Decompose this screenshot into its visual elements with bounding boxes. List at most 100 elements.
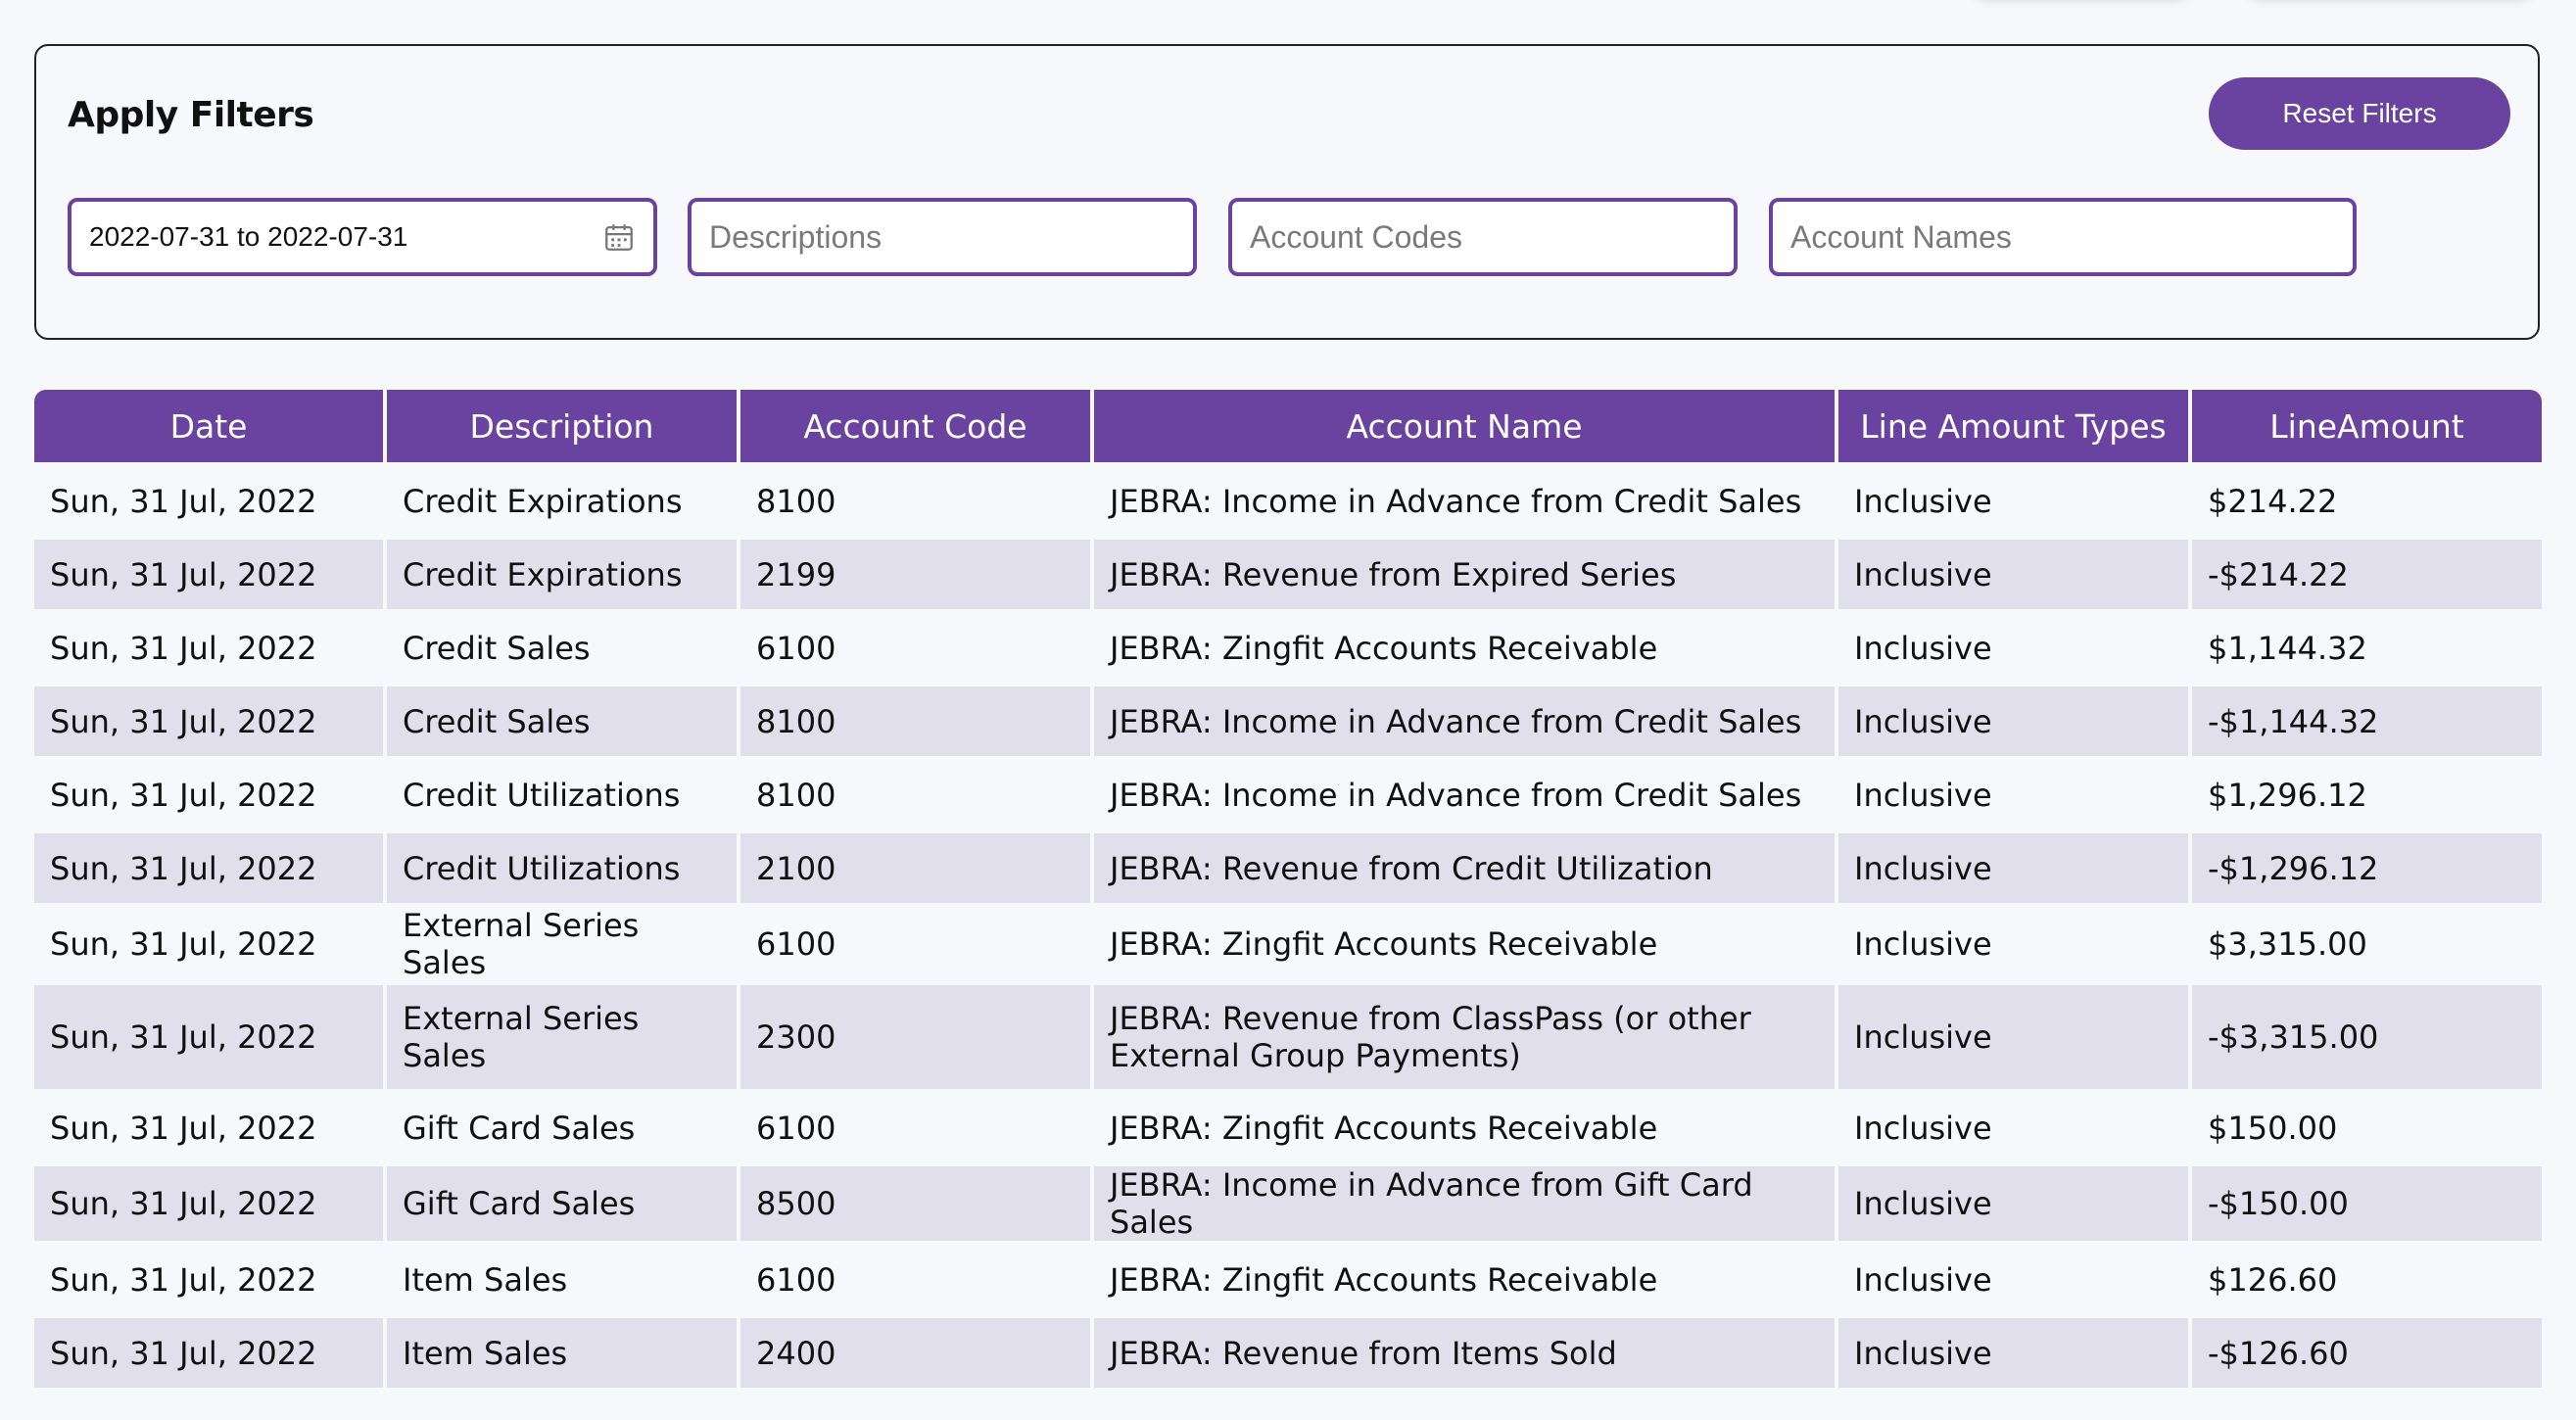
table-row: Sun, 31 Jul, 2022 Credit Sales 8100 JEBR… [34, 686, 2542, 760]
cell-description: Credit Utilizations [387, 833, 737, 907]
cell-line-amount: $214.22 [2192, 466, 2542, 540]
cell-line-amount-type: Inclusive [1838, 466, 2188, 540]
cell-account-name: JEBRA: Zingfit Accounts Receivable [1094, 613, 1835, 686]
cell-account-name: JEBRA: Zingfit Accounts Receivable [1094, 1093, 1835, 1166]
cell-description: Credit Sales [387, 613, 737, 686]
cell-account-code: 2300 [740, 985, 1090, 1093]
cell-line-amount-type: Inclusive [1838, 907, 2188, 985]
cell-description: Item Sales [387, 1245, 737, 1318]
cell-account-code: 6100 [740, 1245, 1090, 1318]
cell-account-name: JEBRA: Zingfit Accounts Receivable [1094, 907, 1835, 985]
date-range-picker[interactable]: 2022-07-31 to 2022-07-31 [68, 198, 657, 276]
cell-date: Sun, 31 Jul, 2022 [34, 1318, 383, 1392]
cell-date: Sun, 31 Jul, 2022 [34, 833, 383, 907]
cell-date: Sun, 31 Jul, 2022 [34, 686, 383, 760]
table-row: Sun, 31 Jul, 2022 Credit Expirations 219… [34, 540, 2542, 613]
column-header-account-name[interactable]: Account Name [1094, 390, 1835, 466]
cell-description: Gift Card Sales [387, 1166, 737, 1245]
cell-account-name: JEBRA: Revenue from Credit Utilization [1094, 833, 1835, 907]
cell-account-name: JEBRA: Revenue from Expired Series [1094, 540, 1835, 613]
cell-line-amount-type: Inclusive [1838, 833, 2188, 907]
cell-date: Sun, 31 Jul, 2022 [34, 1093, 383, 1166]
account-names-filter-input[interactable] [1769, 198, 2357, 276]
cell-description: Credit Expirations [387, 466, 737, 540]
cell-line-amount: $150.00 [2192, 1093, 2542, 1166]
table-row: Sun, 31 Jul, 2022 Gift Card Sales 6100 J… [34, 1093, 2542, 1166]
table-row: Sun, 31 Jul, 2022 Credit Expirations 810… [34, 466, 2542, 540]
cell-line-amount-type: Inclusive [1838, 1318, 2188, 1392]
cell-account-code: 2400 [740, 1318, 1090, 1392]
cell-line-amount: -$214.22 [2192, 540, 2542, 613]
filter-panel: Apply Filters Reset Filters 2022-07-31 t… [34, 44, 2540, 340]
cell-line-amount-type: Inclusive [1838, 985, 2188, 1093]
column-header-line-amount-types[interactable]: Line Amount Types [1838, 390, 2188, 466]
cell-description: Credit Expirations [387, 540, 737, 613]
cell-account-code: 6100 [740, 1093, 1090, 1166]
calendar-icon[interactable] [602, 220, 636, 254]
cell-date: Sun, 31 Jul, 2022 [34, 1245, 383, 1318]
cell-date: Sun, 31 Jul, 2022 [34, 1166, 383, 1245]
cell-account-code: 8100 [740, 686, 1090, 760]
cell-line-amount: -$126.60 [2192, 1318, 2542, 1392]
cell-description: External Series Sales [387, 985, 737, 1093]
table-row: Sun, 31 Jul, 2022 Credit Sales 6100 JEBR… [34, 613, 2542, 686]
cell-date: Sun, 31 Jul, 2022 [34, 907, 383, 985]
cell-account-code: 2100 [740, 833, 1090, 907]
table-row: Sun, 31 Jul, 2022 External Series Sales … [34, 907, 2542, 985]
date-range-value: 2022-07-31 to 2022-07-31 [89, 221, 408, 252]
cell-account-code: 2199 [740, 540, 1090, 613]
cell-description: Credit Utilizations [387, 760, 737, 833]
cell-account-code: 6100 [740, 613, 1090, 686]
table-row: Sun, 31 Jul, 2022 Gift Card Sales 8500 J… [34, 1166, 2542, 1245]
cell-account-code: 8100 [740, 466, 1090, 540]
cell-date: Sun, 31 Jul, 2022 [34, 613, 383, 686]
cell-line-amount-type: Inclusive [1838, 686, 2188, 760]
cell-account-name: JEBRA: Income in Advance from Credit Sal… [1094, 466, 1835, 540]
cell-account-code: 8100 [740, 760, 1090, 833]
table-row: Sun, 31 Jul, 2022 Credit Utilizations 21… [34, 833, 2542, 907]
cell-account-name: JEBRA: Revenue from Items Sold [1094, 1318, 1835, 1392]
cell-line-amount-type: Inclusive [1838, 1093, 2188, 1166]
cell-date: Sun, 31 Jul, 2022 [34, 466, 383, 540]
cell-account-name: JEBRA: Income in Advance from Credit Sal… [1094, 760, 1835, 833]
table-row: Sun, 31 Jul, 2022 Item Sales 2400 JEBRA:… [34, 1318, 2542, 1392]
filter-panel-title: Apply Filters [68, 95, 314, 135]
cell-line-amount-type: Inclusive [1838, 1166, 2188, 1245]
cell-line-amount: -$150.00 [2192, 1166, 2542, 1245]
column-header-date[interactable]: Date [34, 390, 383, 466]
cell-account-name: JEBRA: Income in Advance from Gift Card … [1094, 1166, 1835, 1245]
journal-lines-table: Date Description Account Code Account Na… [30, 390, 2546, 1392]
cell-account-code: 6100 [740, 907, 1090, 985]
descriptions-filter-input[interactable] [688, 198, 1197, 276]
account-codes-filter-input[interactable] [1228, 198, 1738, 276]
cell-line-amount: $1,144.32 [2192, 613, 2542, 686]
cell-line-amount: -$3,315.00 [2192, 985, 2542, 1093]
cell-date: Sun, 31 Jul, 2022 [34, 540, 383, 613]
cell-description: External Series Sales [387, 907, 737, 985]
table-row: Sun, 31 Jul, 2022 External Series Sales … [34, 985, 2542, 1093]
table-header-row: Date Description Account Code Account Na… [34, 390, 2542, 466]
column-header-account-code[interactable]: Account Code [740, 390, 1090, 466]
cell-line-amount: -$1,144.32 [2192, 686, 2542, 760]
column-header-line-amount[interactable]: LineAmount [2192, 390, 2542, 466]
cell-account-code: 8500 [740, 1166, 1090, 1245]
cell-date: Sun, 31 Jul, 2022 [34, 985, 383, 1093]
cell-line-amount-type: Inclusive [1838, 760, 2188, 833]
column-header-description[interactable]: Description [387, 390, 737, 466]
cell-line-amount: $3,315.00 [2192, 907, 2542, 985]
cell-line-amount-type: Inclusive [1838, 1245, 2188, 1318]
cell-line-amount-type: Inclusive [1838, 613, 2188, 686]
cell-line-amount: $1,296.12 [2192, 760, 2542, 833]
cell-date: Sun, 31 Jul, 2022 [34, 760, 383, 833]
cell-account-name: JEBRA: Income in Advance from Credit Sal… [1094, 686, 1835, 760]
cell-account-name: JEBRA: Revenue from ClassPass (or other … [1094, 985, 1835, 1093]
cell-line-amount: $126.60 [2192, 1245, 2542, 1318]
table-row: Sun, 31 Jul, 2022 Item Sales 6100 JEBRA:… [34, 1245, 2542, 1318]
cell-line-amount-type: Inclusive [1838, 540, 2188, 613]
reset-filters-button[interactable]: Reset Filters [2209, 77, 2510, 150]
cell-line-amount: -$1,296.12 [2192, 833, 2542, 907]
cell-description: Gift Card Sales [387, 1093, 737, 1166]
cell-description: Credit Sales [387, 686, 737, 760]
cell-description: Item Sales [387, 1318, 737, 1392]
cell-account-name: JEBRA: Zingfit Accounts Receivable [1094, 1245, 1835, 1318]
